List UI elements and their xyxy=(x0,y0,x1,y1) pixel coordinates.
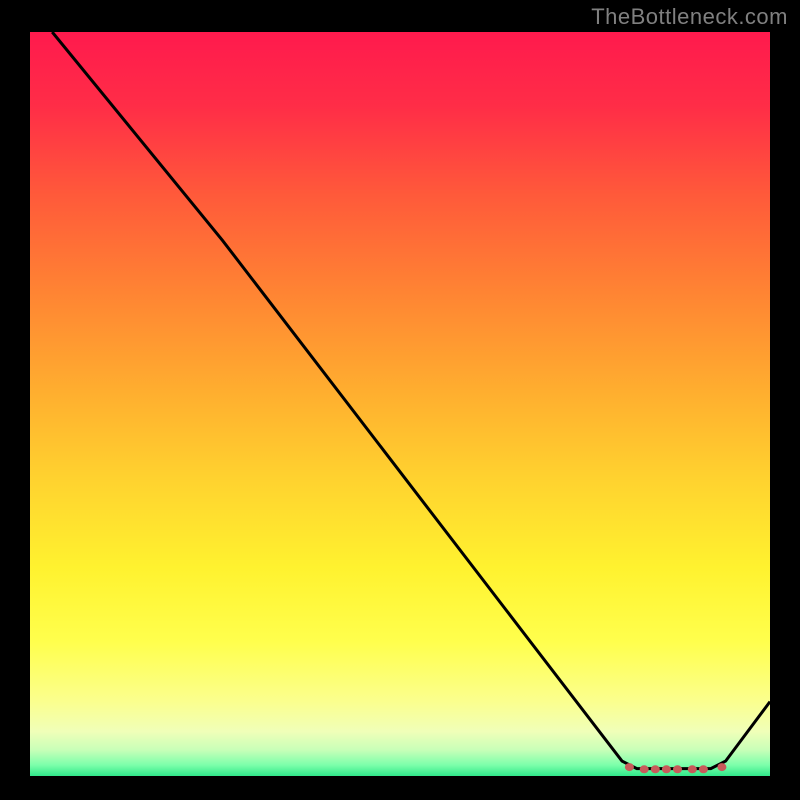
data-marker xyxy=(640,765,649,773)
chart-container: TheBottleneck.com xyxy=(0,0,800,800)
gradient-background xyxy=(30,32,770,776)
data-marker xyxy=(625,763,634,771)
data-marker xyxy=(673,765,682,773)
data-marker xyxy=(662,765,671,773)
data-marker xyxy=(717,763,726,771)
attribution-label: TheBottleneck.com xyxy=(591,4,788,30)
data-marker xyxy=(688,765,697,773)
data-marker xyxy=(651,765,660,773)
data-marker xyxy=(699,765,708,773)
chart-svg xyxy=(30,32,770,776)
plot-area xyxy=(30,32,770,776)
